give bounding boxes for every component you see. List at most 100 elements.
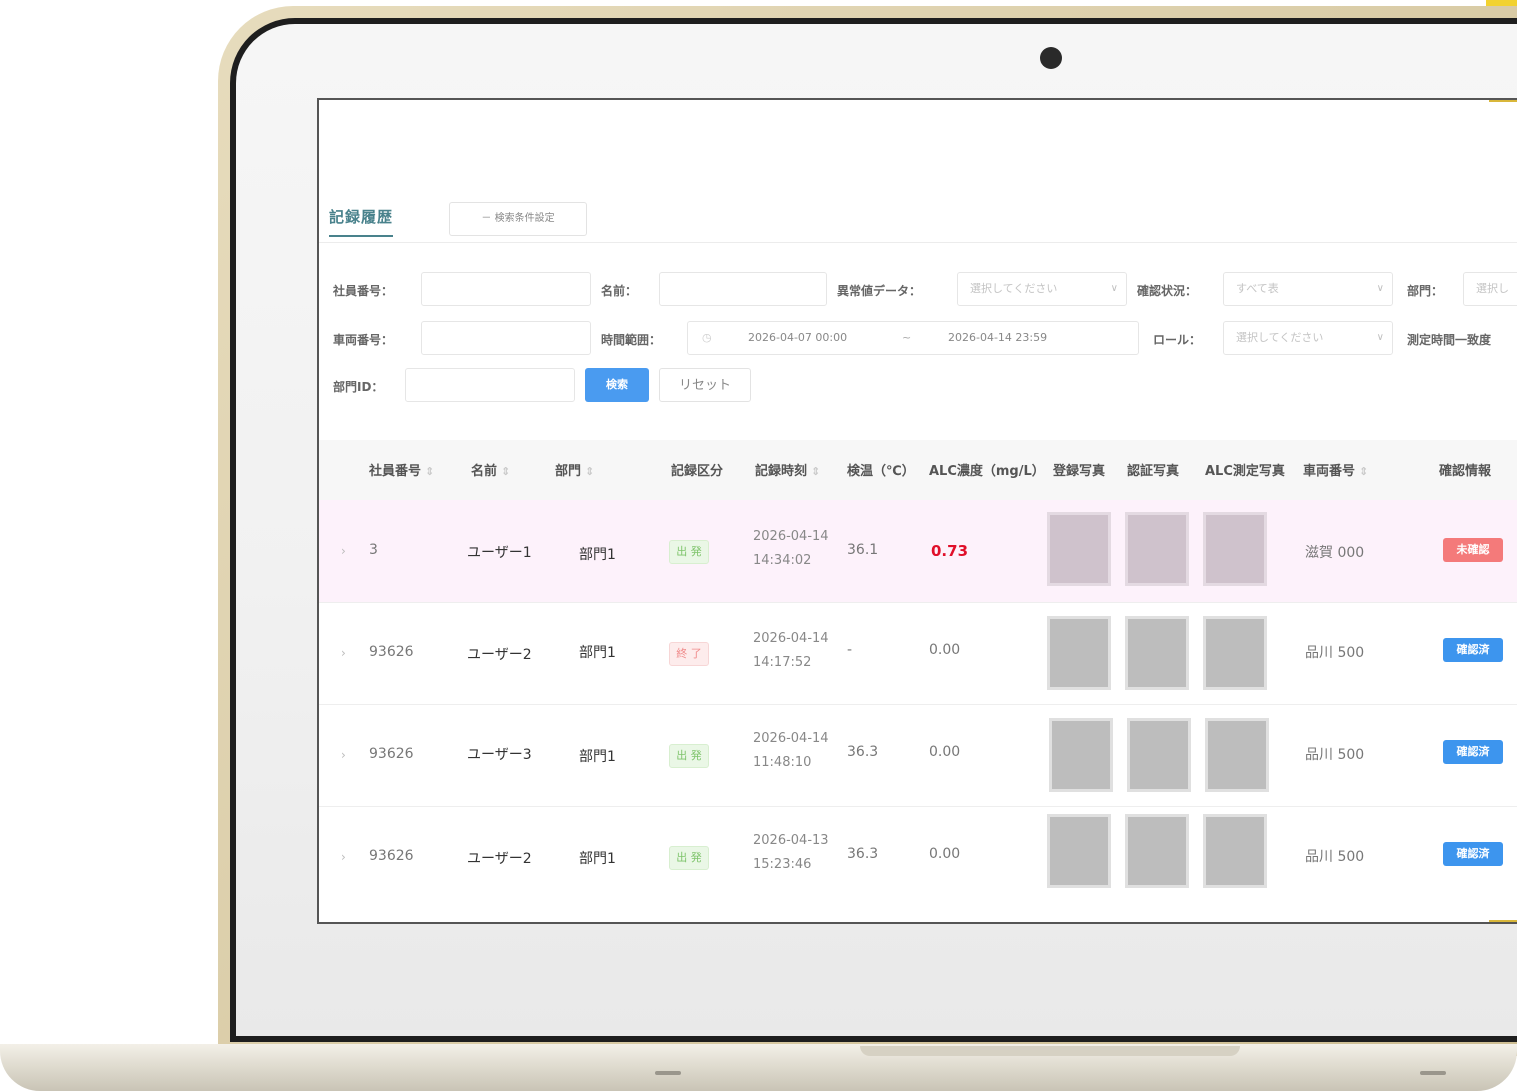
role-select[interactable]: 選択してください ∨ [1223,321,1393,355]
sort-icon: ⇕ [1359,465,1369,478]
role-select-placeholder: 選択してください [1236,331,1324,344]
status-badge[interactable]: 未確認 [1443,538,1503,562]
column-header-auth-photo: 認証写真 [1127,464,1180,479]
column-header-confirm: 確認情報 [1439,464,1492,479]
dept-id-label: 部門ID： [333,380,384,394]
record-time: 14:34:02 [753,553,812,568]
app-screen: 記録履歴 － 検索条件設定 社員番号： 名前： 異常値データ： 選択してください… [317,98,1517,924]
sort-icon: ⇕ [585,465,595,478]
column-header-alc: ALC濃度（mg/L） [929,464,1045,479]
time-range-label: 時間範囲： [601,333,662,347]
time-separator: ~ [902,331,912,344]
status-badge[interactable]: 確認済 [1443,842,1503,866]
record-date: 2026-04-13 [753,833,829,848]
chevron-down-icon: ∨ [1110,283,1118,294]
column-header-department[interactable]: 部門 ⇕ [555,460,594,479]
chevron-down-icon: ∨ [1376,332,1384,343]
vehicle-no-label: 車両番号： [333,333,394,347]
table-row[interactable]: › 3 ユーザー1 部門1 出 発 2026-04-14 14:34:02 36… [319,500,1517,603]
filter-toggle-button[interactable]: － 検索条件設定 [449,202,587,236]
column-header-name[interactable]: 名前 ⇕ [471,460,510,479]
department: 部門1 [579,547,616,563]
column-header-vehicle[interactable]: 車両番号 ⇕ [1303,460,1368,479]
expand-icon[interactable]: › [341,646,346,660]
auth-photo[interactable] [1125,512,1189,586]
auth-photo[interactable] [1125,616,1189,690]
temperature: 36.3 [847,846,879,862]
vehicle-no: 滋賀 000 [1305,545,1365,561]
employee-no: 3 [369,542,378,558]
laptop-foot [655,1071,681,1075]
expand-icon[interactable]: › [341,544,346,558]
registered-photo[interactable] [1049,718,1113,792]
alc-value: 0.73 [931,542,969,560]
status-badge[interactable]: 確認済 [1443,740,1503,764]
auth-photo[interactable] [1125,814,1189,888]
table-row[interactable]: › 93626 ユーザー3 部門1 出 発 2026-04-14 11:48:1… [319,704,1517,807]
anomaly-label: 異常値データ： [837,284,922,298]
measure-match-label: 測定時間一致度 [1407,333,1492,347]
alc-measure-photo[interactable] [1205,718,1269,792]
sort-icon: ⇕ [501,465,511,478]
department-select-placeholder: 選択し [1476,282,1509,295]
sort-icon: ⇕ [811,465,821,478]
confirm-status-value: すべて表 [1236,282,1279,295]
column-header-label: 部門 [555,464,582,479]
table-row[interactable]: › 93626 ユーザー2 部門1 出 発 2026-04-13 15:23:4… [319,806,1517,908]
time-range-picker[interactable]: ◷ 2026-04-07 00:00 ~ 2026-04-14 23:59 [687,321,1139,355]
record-date: 2026-04-14 [753,731,829,746]
record-type-tag: 出 発 [669,744,709,768]
employee-no-input[interactable] [421,272,591,306]
reset-button[interactable]: リセット [659,368,751,402]
registered-photo[interactable] [1047,616,1111,690]
alc-measure-photo[interactable] [1203,814,1267,888]
column-header-label: 社員番号 [369,464,422,479]
registered-photo[interactable] [1047,512,1111,586]
expand-icon[interactable]: › [341,850,346,864]
table-row[interactable]: › 93626 ユーザー2 部門1 終 了 2026-04-14 14:17:5… [319,602,1517,705]
temperature: - [847,642,853,658]
auth-photo[interactable] [1127,718,1191,792]
screen-edge-mark [1489,100,1517,102]
record-time: 15:23:46 [753,857,812,872]
confirm-status-label: 確認状況： [1137,284,1198,298]
laptop-foot [1420,1071,1446,1075]
camera-icon [1040,47,1062,69]
user-name: ユーザー3 [467,747,532,763]
record-date: 2026-04-14 [753,529,829,544]
alc-measure-photo[interactable] [1203,512,1267,586]
search-button[interactable]: 検索 [585,368,649,402]
screen-edge-mark [1489,920,1517,922]
vehicle-no: 品川 500 [1305,645,1365,661]
column-header-temperature: 検温（℃） [847,464,915,479]
tab-divider [319,242,1517,243]
status-badge[interactable]: 確認済 [1443,638,1503,662]
dept-id-input[interactable] [405,368,575,402]
alc-measure-photo[interactable] [1203,616,1267,690]
vehicle-no-input[interactable] [421,321,591,355]
column-header-record-time[interactable]: 記録時刻 ⇕ [755,460,820,479]
registered-photo[interactable] [1047,814,1111,888]
alc-value: 0.00 [929,744,961,760]
alc-value: 0.00 [929,642,961,658]
temperature: 36.3 [847,744,879,760]
chevron-down-icon: ∨ [1376,283,1384,294]
column-header-record-type: 記録区分 [671,464,724,479]
tab-record-history[interactable]: 記録履歴 [329,206,394,237]
vehicle-no: 品川 500 [1305,849,1365,865]
alc-value: 0.00 [929,846,961,862]
expand-icon[interactable]: › [341,748,346,762]
anomaly-select-placeholder: 選択してください [970,282,1058,295]
department-select[interactable]: 選択し [1463,272,1517,306]
column-header-label: 記録時刻 [755,464,808,479]
name-input[interactable] [659,272,827,306]
user-name: ユーザー1 [467,545,532,561]
department: 部門1 [579,749,616,765]
confirm-status-select[interactable]: すべて表 ∨ [1223,272,1393,306]
anomaly-select[interactable]: 選択してください ∨ [957,272,1127,306]
name-label: 名前： [601,284,638,298]
record-type-tag: 出 発 [669,540,709,564]
column-header-employee-no[interactable]: 社員番号 ⇕ [369,460,434,479]
user-name: ユーザー2 [467,851,532,867]
clock-icon: ◷ [702,331,712,344]
